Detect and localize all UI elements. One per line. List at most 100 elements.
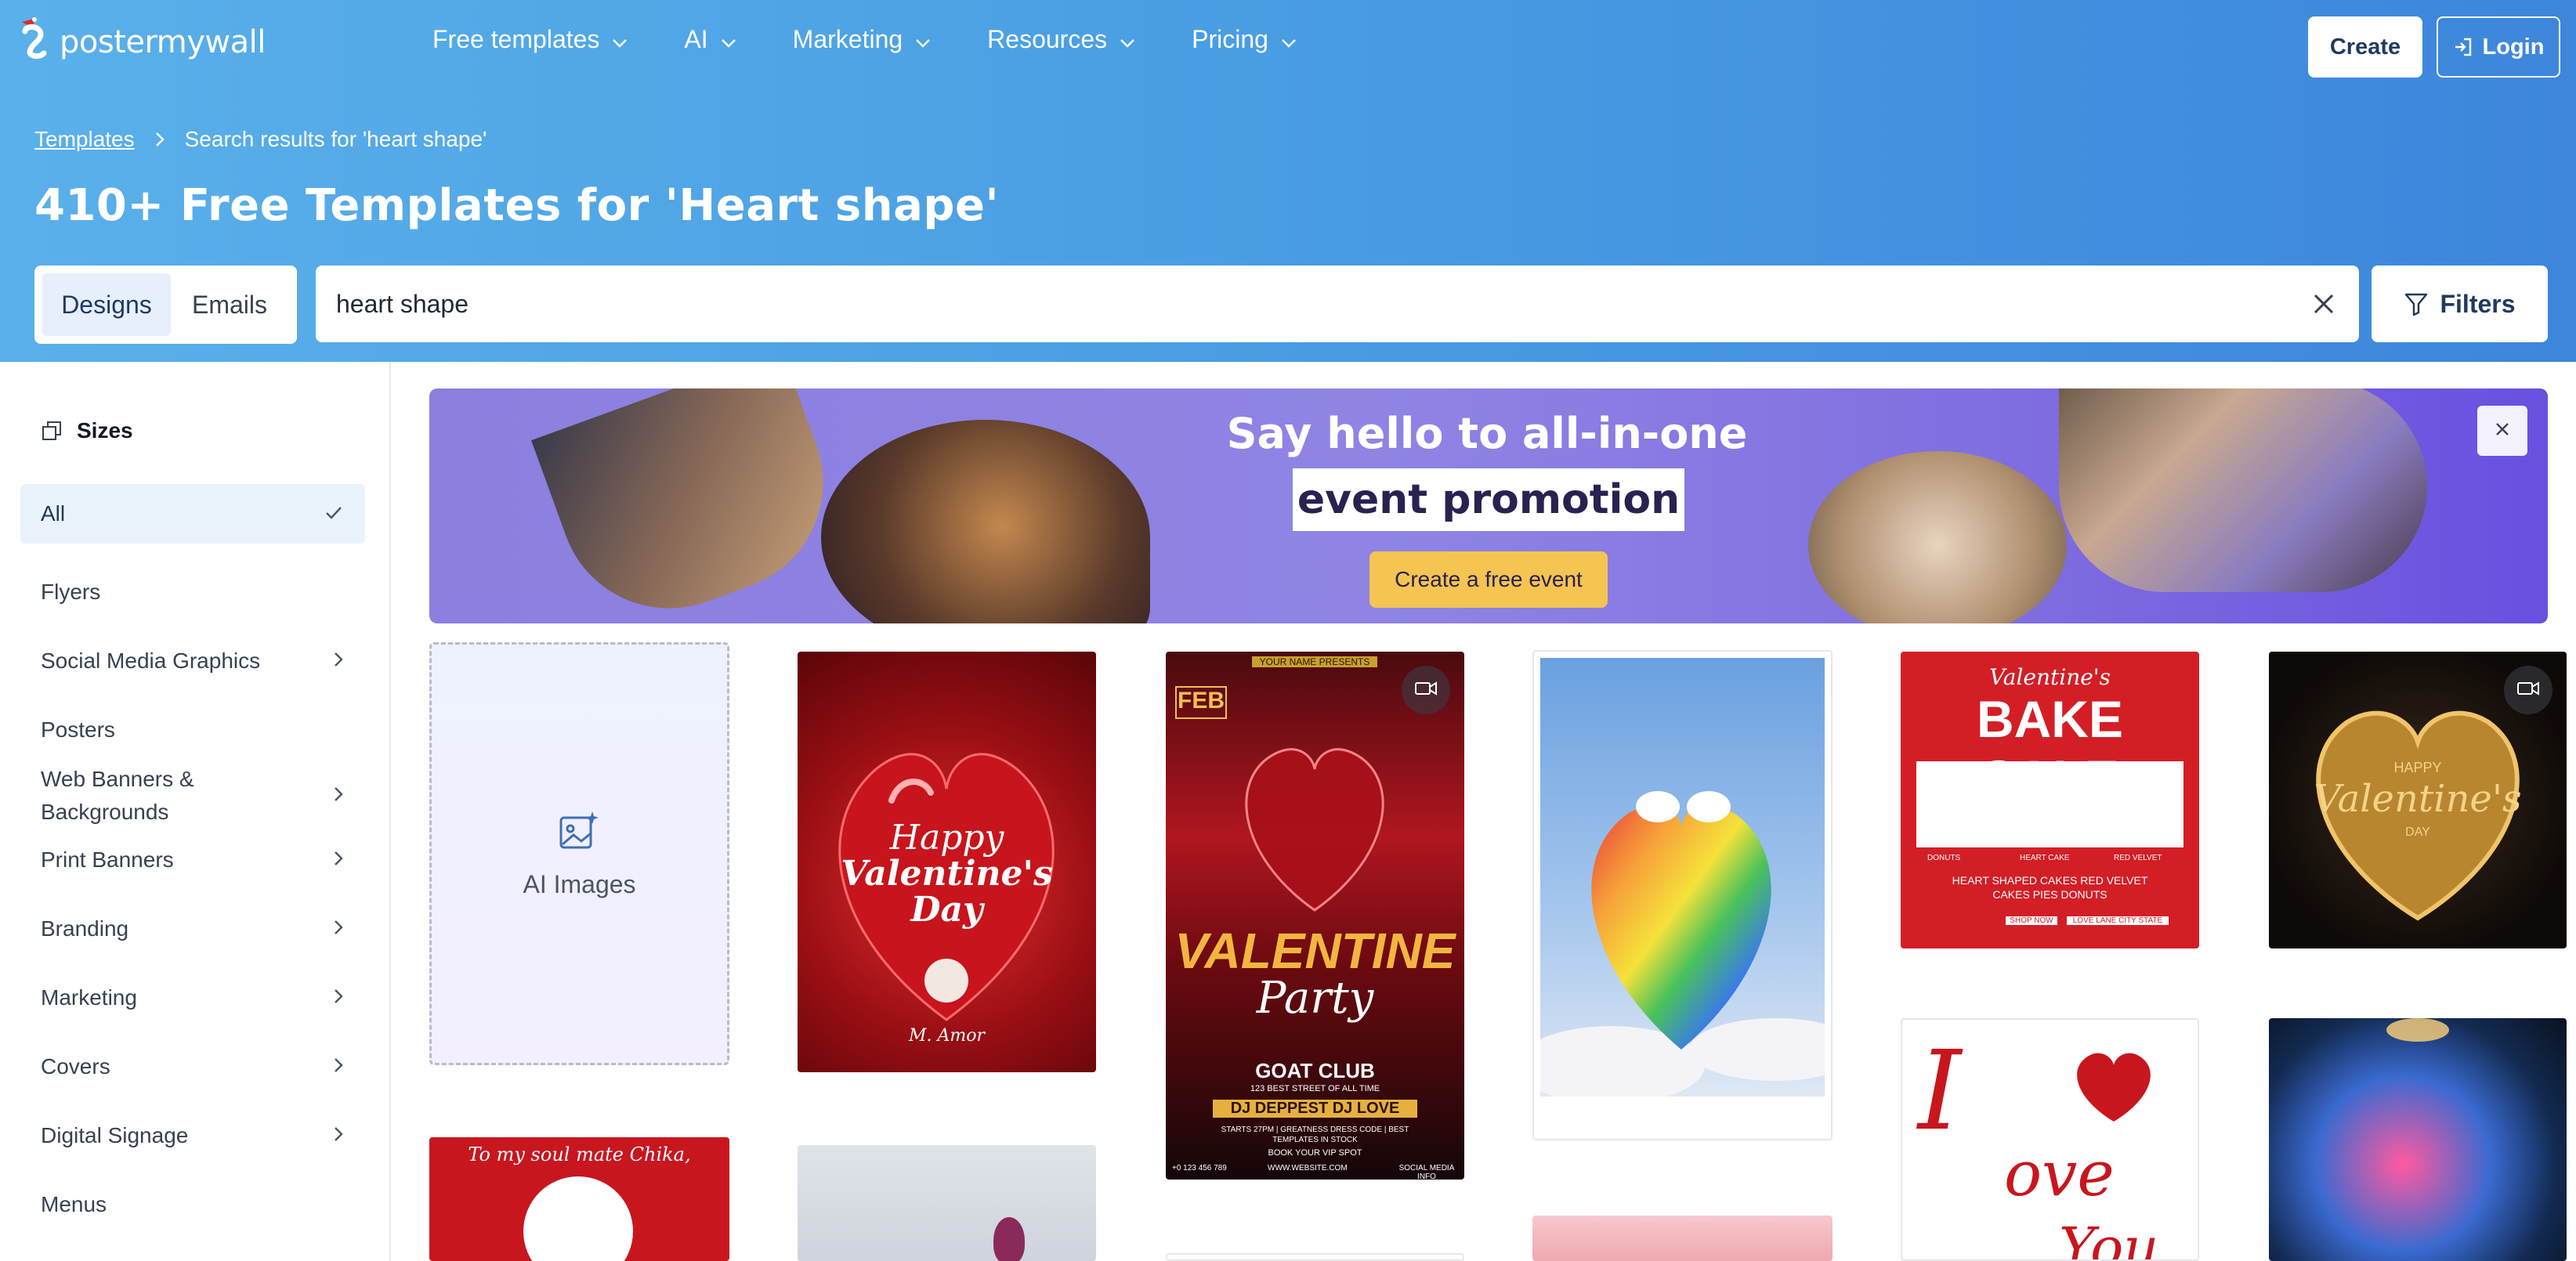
chevron-down-icon xyxy=(1281,25,1297,54)
template-word: ove xyxy=(2004,1137,2115,1210)
template-venue: GOAT CLUB xyxy=(1255,1059,1375,1082)
template-card[interactable]: Happy Valentine's Day M. Amor xyxy=(798,652,1096,1072)
search-input[interactable] xyxy=(336,289,2312,319)
chevron-down-icon xyxy=(915,25,931,54)
sidebar-item-all[interactable]: All xyxy=(20,484,365,544)
nav-label: Resources xyxy=(987,25,1108,53)
logo-wordmark: postermywall xyxy=(60,24,266,60)
nav-label: AI xyxy=(684,25,708,53)
template-card[interactable]: I ove You xyxy=(1901,1018,2199,1261)
template-line: DAY xyxy=(2405,826,2430,839)
sidebar-item-label: Menus xyxy=(41,1192,107,1216)
sidebar-item-marketing[interactable]: Marketing xyxy=(20,973,365,1023)
template-card[interactable]: To my soul mate Chika, xyxy=(429,1137,729,1261)
create-button[interactable]: Create xyxy=(2308,16,2422,78)
event-promo-banner: Say hello to all-in-one event promotion … xyxy=(429,388,2548,623)
chevron-down-icon xyxy=(612,25,628,54)
sidebar-item-print-banners[interactable]: Print Banners xyxy=(20,835,365,885)
template-letter: I xyxy=(1918,1028,1962,1155)
sidebar-item-posters[interactable]: Posters xyxy=(20,705,365,755)
sidebar-item-label: Marketing xyxy=(41,985,137,1010)
chevron-right-icon xyxy=(334,1054,343,1079)
rainbow-heart-icon xyxy=(1534,791,1831,1104)
template-signature: M. Amor xyxy=(908,1026,986,1046)
chevron-right-icon xyxy=(334,847,343,873)
template-word: You xyxy=(2059,1216,2159,1261)
nav-resources[interactable]: Resources xyxy=(987,25,1135,54)
sizes-heading: Sizes xyxy=(41,418,133,443)
tab-emails[interactable]: Emails xyxy=(171,273,288,336)
create-free-event-button[interactable]: Create a free event xyxy=(1369,551,1608,608)
template-card[interactable] xyxy=(1532,650,1833,1140)
promo-subheadline-box: event promotion xyxy=(1293,468,1684,531)
chevron-right-icon xyxy=(155,132,165,147)
nav-pricing[interactable]: Pricing xyxy=(1192,25,1297,54)
filters-button[interactable]: Filters xyxy=(2372,266,2548,342)
template-card[interactable]: HAPPY Valentine's DAY xyxy=(2269,652,2567,948)
close-promo-button[interactable] xyxy=(2477,406,2527,456)
template-address: 123 BEST STREET OF ALL TIME xyxy=(1250,1084,1380,1093)
clear-search-icon[interactable] xyxy=(2312,292,2335,316)
sidebar-item-label: Social Media Graphics xyxy=(41,649,261,673)
sidebar-item-flyers[interactable]: Flyers xyxy=(20,567,365,617)
search-bar xyxy=(316,266,2359,342)
promo-photo-market xyxy=(1808,451,2067,623)
logo[interactable]: postermywall xyxy=(16,17,266,67)
sidebar-item-label: All xyxy=(41,501,66,526)
ai-images-tile[interactable]: AI Images xyxy=(429,642,729,1065)
template-social: SOCIAL MEDIA INFO xyxy=(1398,1164,1455,1180)
sidebar-item-covers[interactable]: Covers xyxy=(20,1042,365,1092)
close-icon xyxy=(2495,421,2510,441)
template-card[interactable]: Valentine's BAKE SALE DONUTS HEART CAKE … xyxy=(1901,652,2199,948)
sidebar-item-digital-signage[interactable]: Digital Signage xyxy=(20,1111,365,1161)
sidebar-item-label: Posters xyxy=(41,717,115,742)
sidebar-item-web-banners[interactable]: Web Banners & Backgrounds xyxy=(20,757,365,835)
template-thumbnail xyxy=(1534,658,1831,1104)
nav-free-templates[interactable]: Free templates xyxy=(432,25,628,54)
sidebar-item-branding[interactable]: Branding xyxy=(20,904,365,954)
chevron-down-icon xyxy=(1120,25,1135,54)
template-shop: SHOP NOW xyxy=(2006,916,2057,925)
header-hero: postermywall Free templates AI Marketing… xyxy=(0,0,2576,362)
template-card[interactable] xyxy=(2269,1018,2567,1261)
sidebar-item-menus[interactable]: Menus xyxy=(20,1180,365,1230)
template-title: To my soul mate Chika, xyxy=(468,1144,691,1165)
login-label: Login xyxy=(2482,34,2545,60)
sizes-heading-label: Sizes xyxy=(77,418,133,443)
chevron-down-icon xyxy=(721,25,736,54)
template-vip: BOOK YOUR VIP SPOT xyxy=(1268,1148,1362,1158)
promo-headline: Say hello to all-in-one xyxy=(1226,409,1748,458)
nav-ai[interactable]: AI xyxy=(684,25,736,54)
chevron-right-icon xyxy=(334,916,343,941)
template-card[interactable] xyxy=(1532,1216,1833,1261)
template-subtitle: Party xyxy=(1256,973,1374,1024)
product-strip xyxy=(1916,761,2183,847)
login-button[interactable]: Login xyxy=(2437,16,2560,78)
sunset-glow xyxy=(2386,1018,2449,1042)
template-card[interactable] xyxy=(798,1145,1096,1261)
template-script: Valentine's xyxy=(1989,664,2111,690)
product-label: HEART CAKE xyxy=(2020,854,2070,862)
template-phone: +0 123 456 789 xyxy=(1172,1164,1227,1172)
checkmark-icon xyxy=(324,501,343,526)
product-label: DONUTS xyxy=(1927,854,1961,862)
breadcrumb-templates-link[interactable]: Templates xyxy=(34,127,135,152)
filter-icon xyxy=(2404,291,2429,316)
tab-designs[interactable]: Designs xyxy=(42,273,171,336)
template-tagline: CAKES PIES DONUTS xyxy=(1992,888,2107,901)
video-camera-icon xyxy=(2516,681,2540,700)
template-card[interactable]: YOUR NAME PRESENTS FEB VALENTINE Party G… xyxy=(1166,652,1464,1180)
promo-subheadline: event promotion xyxy=(1297,476,1681,523)
sidebar-item-label: Digital Signage xyxy=(41,1123,189,1147)
nav-marketing[interactable]: Marketing xyxy=(793,25,932,54)
sidebar-item-label: Web Banners & Backgrounds xyxy=(41,767,194,824)
breadcrumb-current: Search results for 'heart shape' xyxy=(184,127,487,151)
heart-icon xyxy=(2077,1053,2151,1122)
sidebar-item-social-media-graphics[interactable]: Social Media Graphics xyxy=(20,636,365,686)
template-card[interactable] xyxy=(1166,1253,1464,1261)
sidebar-item-label: Flyers xyxy=(41,580,101,604)
nav-label: Pricing xyxy=(1192,25,1268,53)
video-badge xyxy=(2504,666,2552,714)
page-title: 410+ Free Templates for 'Heart shape' xyxy=(34,180,1000,231)
nav-label: Free templates xyxy=(432,25,600,53)
